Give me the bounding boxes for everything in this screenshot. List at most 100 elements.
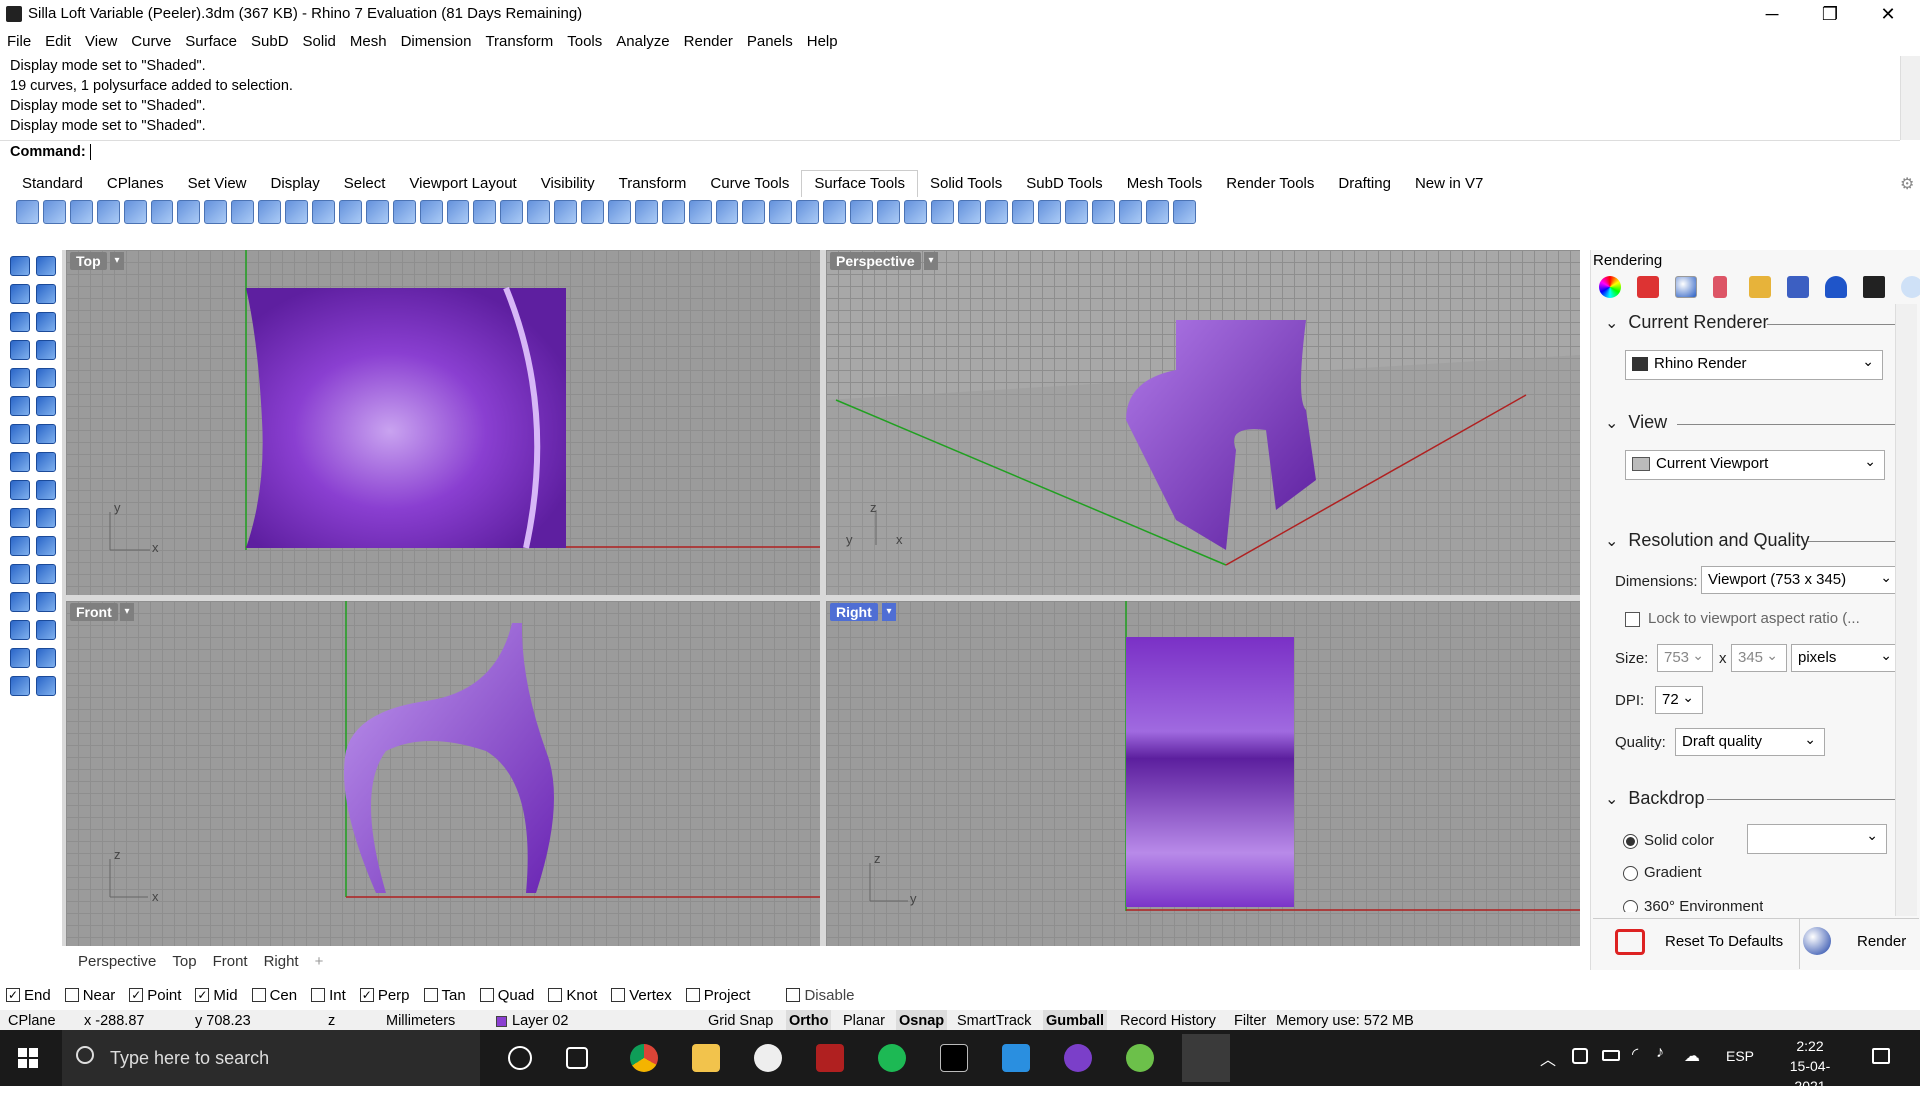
vscode-icon[interactable]: [1002, 1044, 1030, 1072]
osnap-cen[interactable]: Cen: [251, 987, 297, 1004]
osnap-knot[interactable]: Knot: [548, 987, 597, 1004]
cortana-icon[interactable]: [508, 1046, 532, 1070]
windows-start-icon[interactable]: [18, 1048, 38, 1068]
left-tool-icon[interactable]: [36, 564, 56, 584]
menu-view[interactable]: View: [78, 30, 124, 54]
render-button[interactable]: Render: [1857, 933, 1906, 950]
toolbar-tool-icon[interactable]: [957, 200, 981, 224]
display-icon[interactable]: [1863, 276, 1885, 298]
osnap-int[interactable]: Int: [311, 987, 346, 1004]
notification-icon[interactable]: [1825, 276, 1847, 298]
section-current-renderer[interactable]: Current Renderer: [1605, 312, 1768, 333]
github-icon[interactable]: [1064, 1044, 1092, 1072]
tab-curve-tools[interactable]: Curve Tools: [698, 171, 801, 197]
material-icon[interactable]: [1637, 276, 1659, 298]
toolbar-tool-icon[interactable]: [850, 200, 873, 224]
chrome-icon[interactable]: [630, 1044, 658, 1072]
toolbar-tool-icon[interactable]: [1119, 200, 1143, 224]
toolbar-tool-icon[interactable]: [769, 200, 793, 224]
terminal-icon[interactable]: [940, 1044, 968, 1072]
notification-center-icon[interactable]: [1872, 1048, 1890, 1064]
toolbar-tool-icon[interactable]: [742, 200, 766, 224]
osnap-project[interactable]: Project: [685, 987, 750, 1004]
osnap-quad[interactable]: Quad: [479, 987, 534, 1004]
toolbar-tool-icon[interactable]: [365, 200, 389, 224]
toolbar-tool-icon[interactable]: [123, 200, 147, 224]
tab-viewport-layout[interactable]: Viewport Layout: [397, 171, 528, 197]
volume-icon[interactable]: ♪: [1656, 1044, 1664, 1062]
toolbar-tool-icon[interactable]: [311, 200, 335, 224]
smarttrack-toggle[interactable]: SmartTrack: [957, 1010, 1031, 1032]
menu-solid[interactable]: Solid: [296, 30, 343, 54]
left-tool-icon[interactable]: [10, 312, 30, 332]
section-resolution[interactable]: Resolution and Quality: [1605, 530, 1809, 551]
left-tool-icon[interactable]: [36, 620, 56, 640]
tab-visibility[interactable]: Visibility: [529, 171, 607, 197]
toolbar-tool-icon[interactable]: [607, 200, 631, 224]
menu-edit[interactable]: Edit: [38, 30, 78, 54]
toolbar-tool-icon[interactable]: [500, 200, 524, 224]
toolbar-tool-icon[interactable]: [419, 200, 443, 224]
android-icon[interactable]: [1126, 1044, 1154, 1072]
gradient-radio[interactable]: Gradient: [1623, 864, 1702, 881]
toolbar-tool-icon[interactable]: [16, 200, 39, 224]
menu-render[interactable]: Render: [677, 30, 740, 54]
osnap-mid[interactable]: ✓ Mid: [195, 987, 238, 1004]
vp-tab-top[interactable]: Top: [164, 950, 204, 974]
toolbar-tool-icon[interactable]: [1011, 200, 1035, 224]
left-tool-icon[interactable]: [10, 368, 30, 388]
toolbar-tool-icon[interactable]: [527, 200, 551, 224]
toolbar-tool-icon[interactable]: [1065, 200, 1089, 224]
toolbar-tool-icon[interactable]: [930, 200, 954, 224]
unit-dropdown[interactable]: pixels: [1791, 642, 1901, 672]
menu-surface[interactable]: Surface: [178, 30, 244, 54]
viewport-right[interactable]: z y Right ▾: [826, 601, 1580, 946]
minimize-button[interactable]: ─: [1743, 0, 1801, 30]
height-input[interactable]: 345: [1731, 642, 1787, 672]
osnap-end[interactable]: ✓ End: [6, 987, 51, 1004]
reset-defaults-button[interactable]: Reset To Defaults: [1665, 933, 1783, 950]
toolbar-tool-icon[interactable]: [1092, 200, 1116, 224]
osnap-disable[interactable]: Disable: [786, 987, 855, 1004]
status-cplane[interactable]: CPlane: [8, 1010, 56, 1032]
toolbar-tool-icon[interactable]: [473, 200, 497, 224]
dimensions-dropdown[interactable]: Viewport (753 x 345): [1701, 564, 1901, 594]
renderer-dropdown[interactable]: Rhino Render: [1625, 348, 1883, 380]
menu-analyze[interactable]: Analyze: [609, 30, 676, 54]
left-tool-icon[interactable]: [36, 312, 56, 332]
osnap-vertex[interactable]: Vertex: [611, 987, 672, 1004]
tray-app-icon[interactable]: [1572, 1048, 1588, 1064]
toolbar-tool-icon[interactable]: [338, 200, 362, 224]
section-view[interactable]: View: [1605, 412, 1667, 433]
light-icon[interactable]: [1713, 276, 1727, 298]
toolbar-tool-icon[interactable]: [446, 200, 470, 224]
left-tool-icon[interactable]: [36, 368, 56, 388]
left-tool-icon[interactable]: [36, 396, 56, 416]
chair-front-shape[interactable]: [344, 623, 554, 893]
toolbar-tool-icon[interactable]: [96, 200, 120, 224]
planar-toggle[interactable]: Planar: [843, 1010, 885, 1032]
vp-tab-perspective[interactable]: Perspective: [70, 950, 164, 974]
tab-subd-tools[interactable]: SubD Tools: [1014, 171, 1114, 197]
left-tool-icon[interactable]: [10, 648, 30, 668]
grid-snap-toggle[interactable]: Grid Snap: [708, 1010, 773, 1032]
toolbar-tool-icon[interactable]: [796, 200, 820, 224]
taskbar-search[interactable]: Type here to search: [62, 1030, 480, 1086]
app-icon[interactable]: [816, 1044, 844, 1072]
view-dropdown[interactable]: Current Viewport: [1625, 448, 1885, 480]
left-tool-icon[interactable]: [36, 256, 56, 276]
left-tool-icon[interactable]: [36, 536, 56, 556]
spotify-icon[interactable]: [878, 1044, 906, 1072]
tab-new-in-v7[interactable]: New in V7: [1403, 171, 1495, 197]
vp-tab-right[interactable]: Right: [256, 950, 307, 974]
menu-curve[interactable]: Curve: [124, 30, 178, 54]
left-tool-icon[interactable]: [36, 424, 56, 444]
left-tool-icon[interactable]: [10, 564, 30, 584]
filter-button[interactable]: Filter: [1234, 1010, 1266, 1032]
toolbar-tool-icon[interactable]: [258, 200, 282, 224]
maximize-button[interactable]: ❐: [1801, 0, 1859, 30]
toolbar-tool-icon[interactable]: [661, 200, 685, 224]
width-input[interactable]: 753: [1657, 642, 1713, 672]
toolbar-tool-icon[interactable]: [42, 200, 66, 224]
toolbar-tool-icon[interactable]: [1172, 200, 1196, 224]
